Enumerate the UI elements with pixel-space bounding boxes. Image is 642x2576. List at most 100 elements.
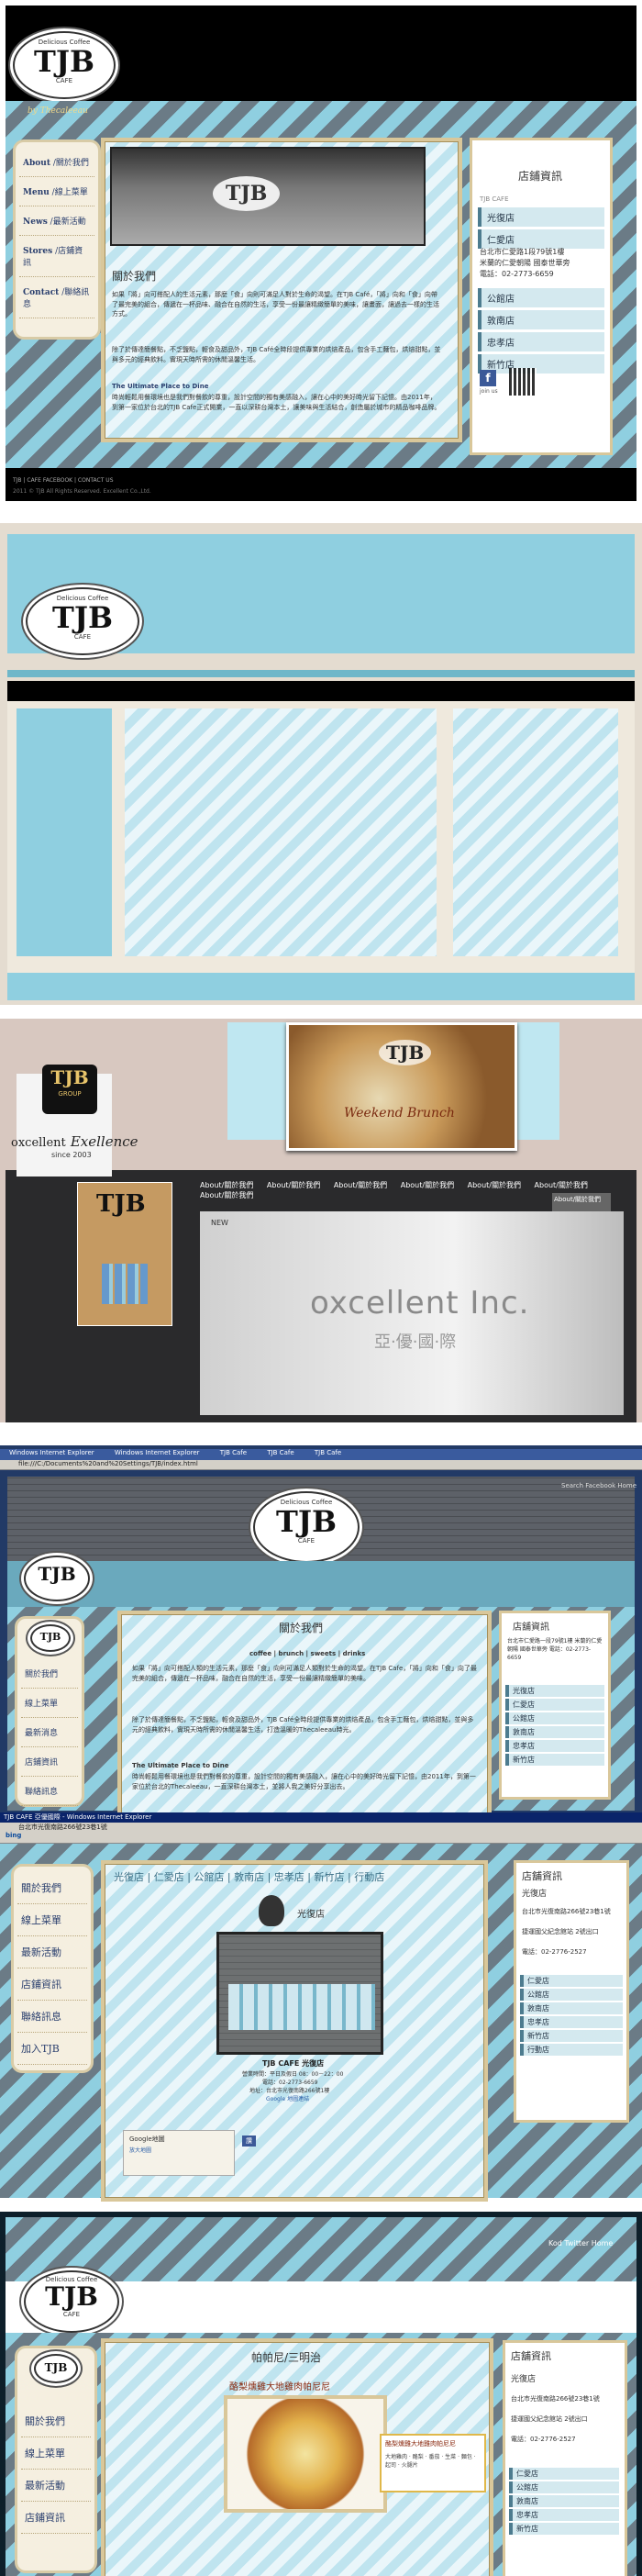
browser-tab[interactable]: TJB Cafe [220,1449,247,1456]
nav-stores[interactable]: 店鋪資訊 [21,1747,78,1777]
current-store: 光復店 [511,2375,537,2384]
nav-news[interactable]: 最新消息 [21,1718,78,1747]
nav-news[interactable]: News /最新活動 [19,206,94,236]
collage-nav-item[interactable]: About/關於我們 [468,1181,521,1189]
collage-nav-item[interactable]: About/關於我們 [401,1181,454,1189]
section-menu-page: Kod Twitter Home Delicious Coffee TJB CA… [0,2212,642,2576]
nav-about[interactable]: 關於我們 [17,1872,87,1904]
facebook-icon[interactable]: f [480,370,496,386]
nav-about[interactable]: 關於我們 [21,1659,78,1689]
store-caption-title: TJB CAFE 光復店 [262,2059,325,2068]
nav-contact[interactable]: 聯絡訊息 [17,2001,87,2033]
store-link[interactable]: 公館店 [520,1989,623,2001]
store-link[interactable]: 忠孝店 [505,1740,604,1752]
browser-tab[interactable]: Windows Internet Explorer [115,1449,200,1456]
nav-news[interactable]: 最新活動 [17,1936,87,1968]
section-about-page: Windows Internet Explorer Windows Intern… [0,1445,642,1812]
site-logo[interactable]: Delicious Coffee TJB CAFE [13,31,116,99]
store-link[interactable]: 公館店 [509,2481,619,2493]
store-caption-line[interactable]: Google 地圖連結 [266,2094,309,2102]
store-link[interactable]: 新竹店 [509,2523,619,2535]
store-link[interactable]: 仁愛店 [520,1975,623,1987]
store-link[interactable]: 光復店 [505,1685,604,1697]
store-link[interactable]: 忠孝店 [509,2509,619,2521]
store-link-hsinchu[interactable]: 新竹店 [478,354,604,374]
store-tabs[interactable]: 光復店 | 仁愛店 | 公館店 | 敦南店 | 忠孝店 | 新竹店 | 行動店 [114,1869,384,1884]
storefront-band [7,1561,635,1607]
footer-links[interactable]: TJB | CAFE FACEBOOK | CONTACT US [13,477,114,484]
address-bar[interactable]: file:///C:/Documents%20and%20Settings/TJ… [0,1460,642,1470]
store-address-2: 捷運國父紀念館站 2號出口 [511,2415,588,2423]
nav-menu[interactable]: 線上菜單 [21,1689,78,1718]
store-link[interactable]: 公館店 [505,1712,604,1724]
nav-news[interactable]: 最新活動 [21,2470,91,2502]
store-info-box: 店鋪資訊 TJB CAFE 光復店 仁愛店 台北市仁愛路1段79號1樓 米蘭的仁… [470,138,613,455]
collage-nav-item[interactable]: About/關於我們 [535,1181,588,1189]
browser-tab[interactable]: Windows Internet Explorer [9,1449,94,1456]
collage-nav-item[interactable]: About/關於我們 [200,1181,253,1189]
store-link[interactable]: 仁愛店 [509,2468,619,2480]
store-link[interactable]: 行動店 [520,2044,623,2056]
browser-title: TJB CAFE 亞優國際 - Windows Internet Explore… [4,1813,152,1821]
store-name: 光復店 [297,1910,325,1920]
logo-name: TJB [52,600,113,635]
map-sub[interactable]: 放大地圖 [129,2146,151,2154]
nav-contact[interactable]: 聯絡訊息 [21,1777,78,1806]
nav-join[interactable]: 加入TJB [17,2033,87,2065]
section-wireframe: Delicious Coffee TJB CAFE [0,523,642,1005]
store-link[interactable]: 敦南店 [520,2002,623,2014]
nav-about[interactable]: 關於我們 [21,2405,91,2437]
store-phone: 電話：02-2776-2527 [522,1948,587,1956]
collage-nav-item[interactable]: About/關於我們 [334,1181,387,1189]
store-cafe-label: TJB CAFE [480,195,509,203]
bing-search[interactable]: bing [6,1832,21,1839]
store-link[interactable]: 新竹店 [520,2030,623,2042]
store-link[interactable]: 新竹店 [505,1754,604,1766]
browser-tab[interactable]: TJB Cafe [267,1449,293,1456]
store-photo [216,1932,383,2055]
qr-code-icon [509,368,537,396]
store-list: 仁愛店 公館店 敦南店 忠孝店 新竹店 行動店 [520,1973,623,2057]
store-link[interactable]: 忠孝店 [520,2016,623,2028]
nav-contact[interactable]: Contact /聯絡訊息 [19,277,94,318]
collage-nav-item[interactable]: About/關於我們 [267,1181,320,1189]
header-logo[interactable]: Delicious Coffee TJB CAFE [24,2270,119,2333]
menu-category-title: 帕帕尼/三明治 [251,2351,322,2364]
about-paragraph-3: 時尚輕鬆用餐環境也是我們對餐飲的尊重，設計空間的獨有美感融入，讓在心中的美好時光… [112,394,441,411]
nav-stores[interactable]: 店鋪資訊 [17,1968,87,2001]
excellence-since: since 2003 [51,1151,92,1159]
tagline: by Thecaleeau [28,106,88,116]
main-content-panel: TJB 關於我們 如果「將」向可搭配人的生活元素，那麼「食」向則可滿足人對於生命… [101,138,462,442]
note-title: 酪梨燻雞大地雞肉帕尼尼 [385,2440,456,2448]
nav-stores[interactable]: Stores /店鋪資訊 [19,236,94,277]
top-links[interactable]: Kod Twitter Home [548,2239,613,2247]
store-link-dunnan[interactable]: 敦南店 [478,310,604,329]
sidebar-nav: TJB 關於我們 線上菜單 最新消息 店鋪資訊 聯絡訊息 [15,1616,84,1807]
store-link[interactable]: 敦南店 [505,1726,604,1738]
nav-menu[interactable]: 線上菜單 [21,2437,91,2470]
top-links[interactable]: Search Facebook Home [561,1482,636,1489]
store-link-renai[interactable]: 仁愛店 [478,229,604,249]
nav-about[interactable]: About /關於我們 [19,148,94,177]
nav-stores[interactable]: 店鋪資訊 [21,2502,91,2534]
collage-nav-item[interactable]: About/關於我們 [200,1191,253,1199]
nav-menu[interactable]: Menu /線上菜單 [19,177,94,206]
new-label: NEW [211,1219,228,1227]
store-link[interactable]: 仁愛店 [505,1699,604,1711]
nav-menu[interactable]: 線上菜單 [17,1904,87,1936]
store-caption-line: 營業時間：平日及假日 08：00－22：00 [242,2071,344,2078]
excellence-word-b: Exellence [70,1133,138,1150]
store-link-gongguan[interactable]: 公館店 [478,288,604,307]
current-store: 光復店 [522,1890,548,1899]
store-link-guangfu[interactable]: 光復店 [478,207,604,227]
store-link-zhongxiao[interactable]: 忠孝店 [478,332,604,351]
store-link[interactable]: 敦南店 [509,2495,619,2507]
facebook-like-button[interactable]: 讚 [242,2136,256,2147]
browser-tab[interactable]: TJB Cafe [315,1449,341,1456]
search-bar[interactable]: bing [0,1832,642,1844]
header-logo[interactable]: Delicious Coffee TJB CAFE [253,1491,360,1563]
google-map[interactable]: Google地圖 放大地圖 [123,2130,235,2176]
brunch-banner: TJB Weekend Brunch [286,1022,517,1151]
about-sub: coffee | brunch | sweets | drinks [249,1650,366,1657]
store-address-2: 米蘭的仁愛朝陽 國泰世華旁 [480,259,570,267]
